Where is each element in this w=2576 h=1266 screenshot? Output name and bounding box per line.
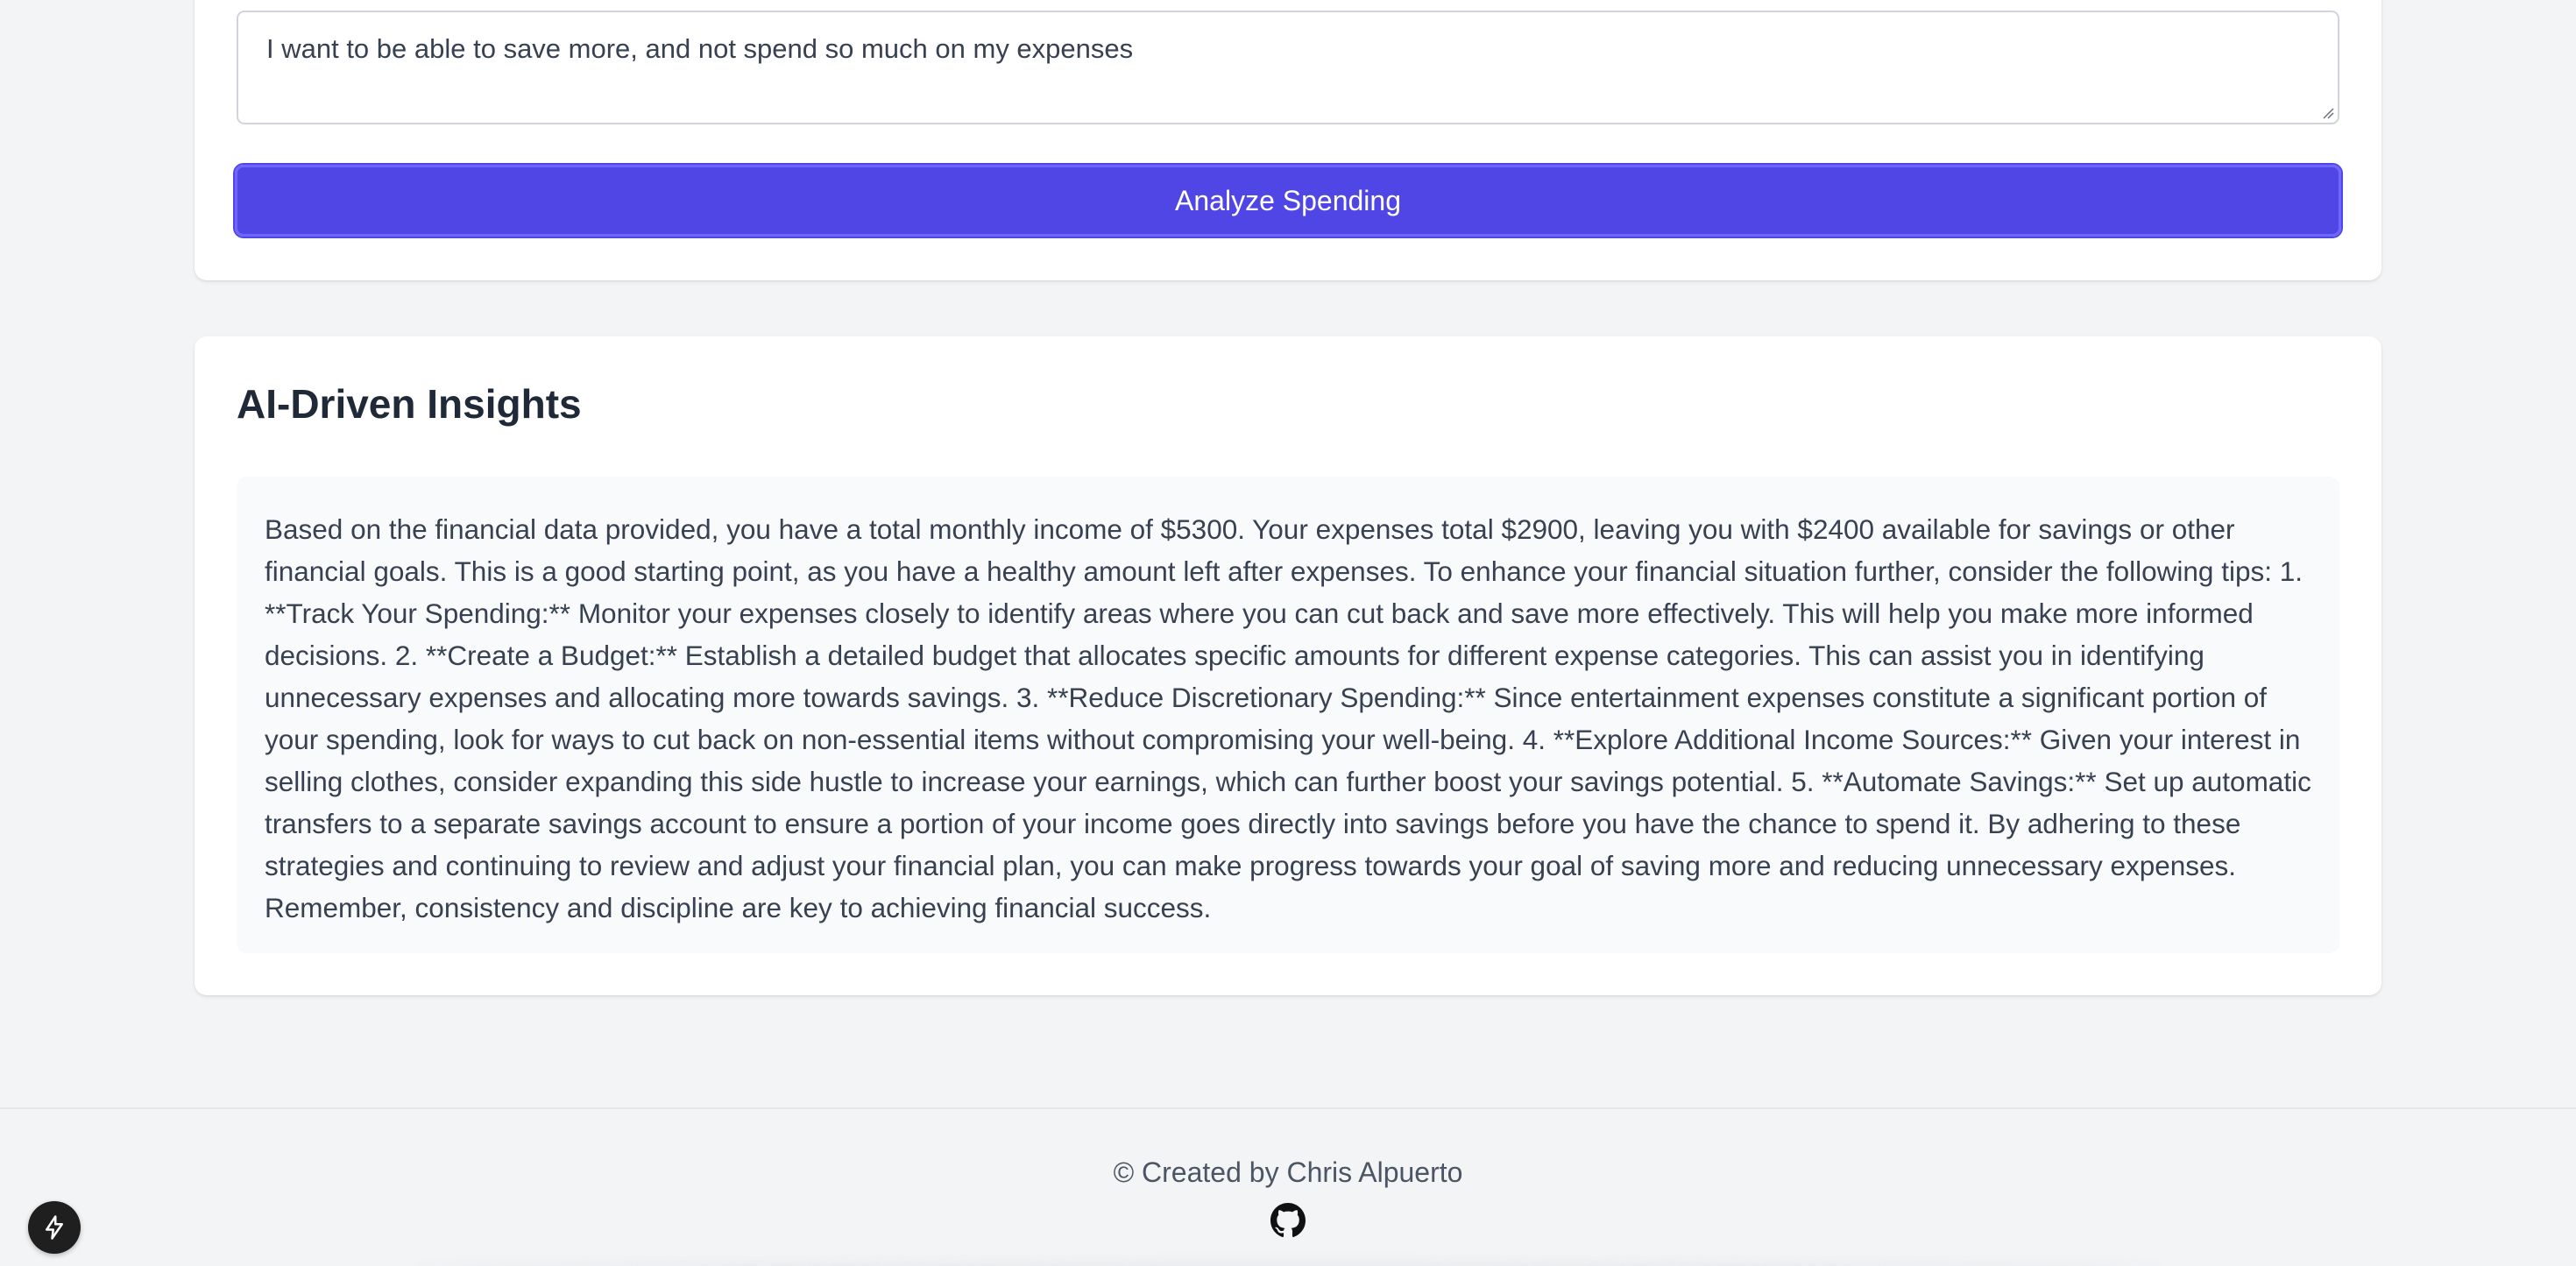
spending-form-card: I want to be able to save more, and not … [195,0,2381,280]
insights-card: AI-Driven Insights Based on the financia… [195,336,2381,995]
insights-box: Based on the financial data provided, yo… [237,477,2339,953]
footer-credit: © Created by Chris Alpuerto [1113,1156,1463,1188]
insights-title: AI-Driven Insights [237,381,582,427]
footer: © Created by Chris Alpuerto [0,1107,2576,1266]
analyze-spending-button[interactable]: Analyze Spending [233,163,2343,238]
page: I want to be able to save more, and not … [0,0,2576,1266]
resize-handle-icon[interactable] [2320,105,2334,119]
github-icon[interactable] [1270,1203,1306,1238]
lightning-bolt-icon [46,1215,63,1240]
insights-text: Based on the financial data provided, yo… [265,513,2311,923]
financial-goal-textarea[interactable]: I want to be able to save more, and not … [237,11,2339,124]
lightning-bolt-button[interactable] [28,1201,81,1254]
financial-goal-text: I want to be able to save more, and not … [266,33,1134,64]
